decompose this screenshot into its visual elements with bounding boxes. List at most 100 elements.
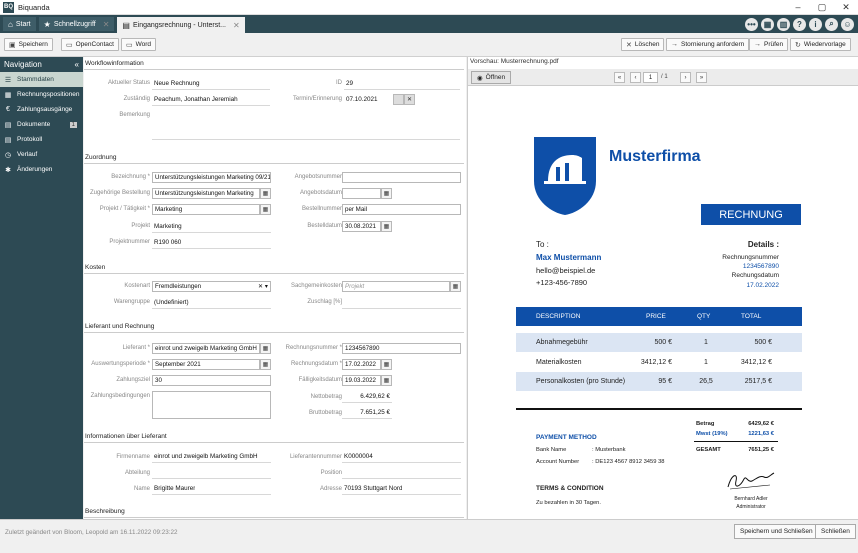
info-icon[interactable]: i (809, 17, 822, 31)
surcharge-field[interactable] (342, 308, 461, 309)
grid-icon[interactable]: ▥ (777, 17, 790, 31)
supplier-input[interactable]: einrot und zweigelb Marketing GmbH (152, 343, 260, 354)
table-picker-icon[interactable]: ▦ (450, 281, 461, 292)
remark-field[interactable] (152, 139, 460, 140)
toggle-box[interactable] (393, 94, 404, 105)
resubmit-button[interactable]: ↻ Wiedervorlage (790, 38, 851, 51)
tab-bar: ⌂ Start ★ Schnellzugriff ✕ ▤ Eingangsrechnun… (0, 15, 858, 33)
window-title: Biquanda (18, 2, 50, 12)
tab-start[interactable]: ⌂ Start (3, 17, 36, 31)
save-button[interactable]: ▣ Speichern (4, 38, 53, 51)
date-value: 17.02.2022 (746, 282, 779, 289)
duedate-input[interactable]: 19.03.2022 (342, 375, 381, 386)
nav-item-rechnungspositionen[interactable]: ▦ Rechnungspositionen (0, 87, 83, 102)
orderdate-input[interactable]: 30.08.2021 (342, 221, 381, 232)
table-picker-icon[interactable]: ▦ (260, 188, 271, 199)
row-qty: 1 (704, 339, 708, 346)
maximize-icon[interactable]: ▢ (810, 2, 834, 13)
close-button[interactable]: Schließen (815, 524, 856, 539)
check-button[interactable]: → Prüfen (749, 38, 789, 51)
conditions-textarea[interactable] (152, 391, 271, 419)
nav-item-zahlungsausgaenge[interactable]: € Zahlungsausgänge (0, 102, 83, 117)
calendar-icon[interactable]: ▦ (381, 221, 392, 232)
document-icon: ▤ (122, 20, 130, 30)
collapse-icon[interactable]: « (75, 60, 79, 69)
row-qty: 1 (704, 359, 708, 366)
word-button[interactable]: ▭ Word (121, 38, 157, 51)
nav-item-aenderungen[interactable]: ✱ Änderungen (0, 162, 83, 177)
nav-item-protokoll[interactable]: ▤ Protokoll (0, 132, 83, 147)
nav-item-dokumente[interactable]: ▤ Dokumente 1 (0, 117, 83, 132)
table-picker-icon[interactable]: ▦ (260, 343, 271, 354)
calendar-icon[interactable]: ▦ (381, 375, 392, 386)
section-supplierinfo-title: Informationen über Lieferant (85, 433, 167, 440)
first-page-icon[interactable]: « (614, 72, 625, 83)
calendar-icon[interactable]: ▦ (260, 359, 271, 370)
section-divider (84, 332, 464, 333)
nav-label: Protokoll (17, 136, 43, 143)
calendar-icon[interactable]: ▦ (381, 188, 392, 199)
supplierno-value: K0000004 (344, 453, 373, 460)
company-name: Musterfirma (609, 148, 701, 165)
table-picker-icon[interactable]: ▦ (260, 204, 271, 215)
account-input[interactable]: Projekt (342, 281, 450, 292)
close-tab-icon[interactable]: ✕ (103, 20, 110, 29)
save-and-close-button[interactable]: Speichern und Schließen (734, 524, 819, 539)
underline (152, 105, 270, 106)
invoicedate-input[interactable]: 17.02.2022 (342, 359, 381, 370)
conditions-label: Zahlungsbedingungen (90, 393, 150, 399)
designation-input[interactable]: Unterstützungsleistungen Marketing 09/21 (152, 172, 271, 183)
col-description: DESCRIPTION (536, 313, 581, 320)
costtype-select[interactable]: Fremdleistungen ✕ ▾ (152, 281, 271, 292)
tab-eingangsrechnung[interactable]: ▤ Eingangsrechnung - Unterst... ✕ (117, 17, 245, 33)
status-label: Aktueller Status (107, 80, 150, 86)
signer-role: Administrator (736, 504, 766, 510)
page-input[interactable]: 1 (643, 72, 658, 83)
offerno-input[interactable] (342, 172, 461, 183)
offerdate-input[interactable] (342, 188, 381, 199)
opencontact-button[interactable]: ▭ OpenContact (61, 38, 119, 51)
order-input[interactable]: Unterstützungsleistungen Marketing (152, 188, 260, 199)
nav-item-verlauf[interactable]: ◷ Verlauf (0, 147, 83, 162)
underline (152, 478, 271, 479)
resubmit-label: Wiedervorlage (803, 41, 846, 48)
projectno-value: R190 060 (154, 239, 182, 246)
delete-button[interactable]: ✕ Löschen (621, 38, 665, 51)
nav-item-stammdaten[interactable]: ☰ Stammdaten (0, 72, 83, 87)
close-tab-icon[interactable]: ✕ (233, 21, 240, 30)
open-button[interactable]: ◉ Öffnen (471, 71, 512, 84)
invoiceno-input[interactable]: 1234567890 (342, 343, 461, 354)
net-value: 6.429,62 € (360, 393, 390, 400)
last-page-icon[interactable]: » (696, 72, 707, 83)
payment-title: PAYMENT METHOD (536, 434, 597, 441)
tab-schnellzugriff[interactable]: ★ Schnellzugriff ✕ (38, 17, 115, 31)
next-page-icon[interactable]: › (680, 72, 691, 83)
prev-page-icon[interactable]: ‹ (630, 72, 641, 83)
section-divider (84, 273, 464, 274)
clear-icon[interactable]: ✕ (404, 94, 415, 105)
calendar-icon[interactable]: ▦ (381, 359, 392, 370)
bank-value: : Musterbank (592, 447, 626, 453)
minimize-icon[interactable]: – (786, 2, 810, 13)
offerno-label: Angebotsnummer (294, 174, 342, 180)
designation-label: Bezeichnung * (111, 174, 150, 180)
dots-icon[interactable]: ••• (745, 17, 758, 31)
gift-icon[interactable]: ▦ (761, 17, 774, 31)
section-supplier-title: Lieferant und Rechnung (85, 323, 155, 330)
duedate-label: Fälligkeitsdatum (298, 377, 342, 383)
close-window-icon[interactable]: ✕ (834, 2, 858, 13)
account-value: : DE123 4567 8912 3459 38 (592, 459, 665, 465)
eye-icon: ◉ (477, 74, 483, 82)
offerdate-label: Angebotsdatum (299, 190, 342, 196)
storno-button[interactable]: → Stornierung anfordern (666, 38, 750, 51)
user-icon[interactable]: ☺ (841, 17, 854, 31)
search-icon[interactable]: ⌕ (825, 17, 838, 31)
document-icon: ▤ (4, 121, 12, 129)
project-input[interactable]: Marketing (152, 204, 260, 215)
tab-label: Schnellzugriff (53, 20, 96, 28)
terms-input[interactable]: 30 (152, 375, 271, 386)
terms-label: Zahlungsziel (116, 377, 150, 383)
help-icon[interactable]: ? (793, 17, 806, 31)
period-input[interactable]: September 2021 (152, 359, 260, 370)
orderno-input[interactable]: per Mail (342, 204, 461, 215)
